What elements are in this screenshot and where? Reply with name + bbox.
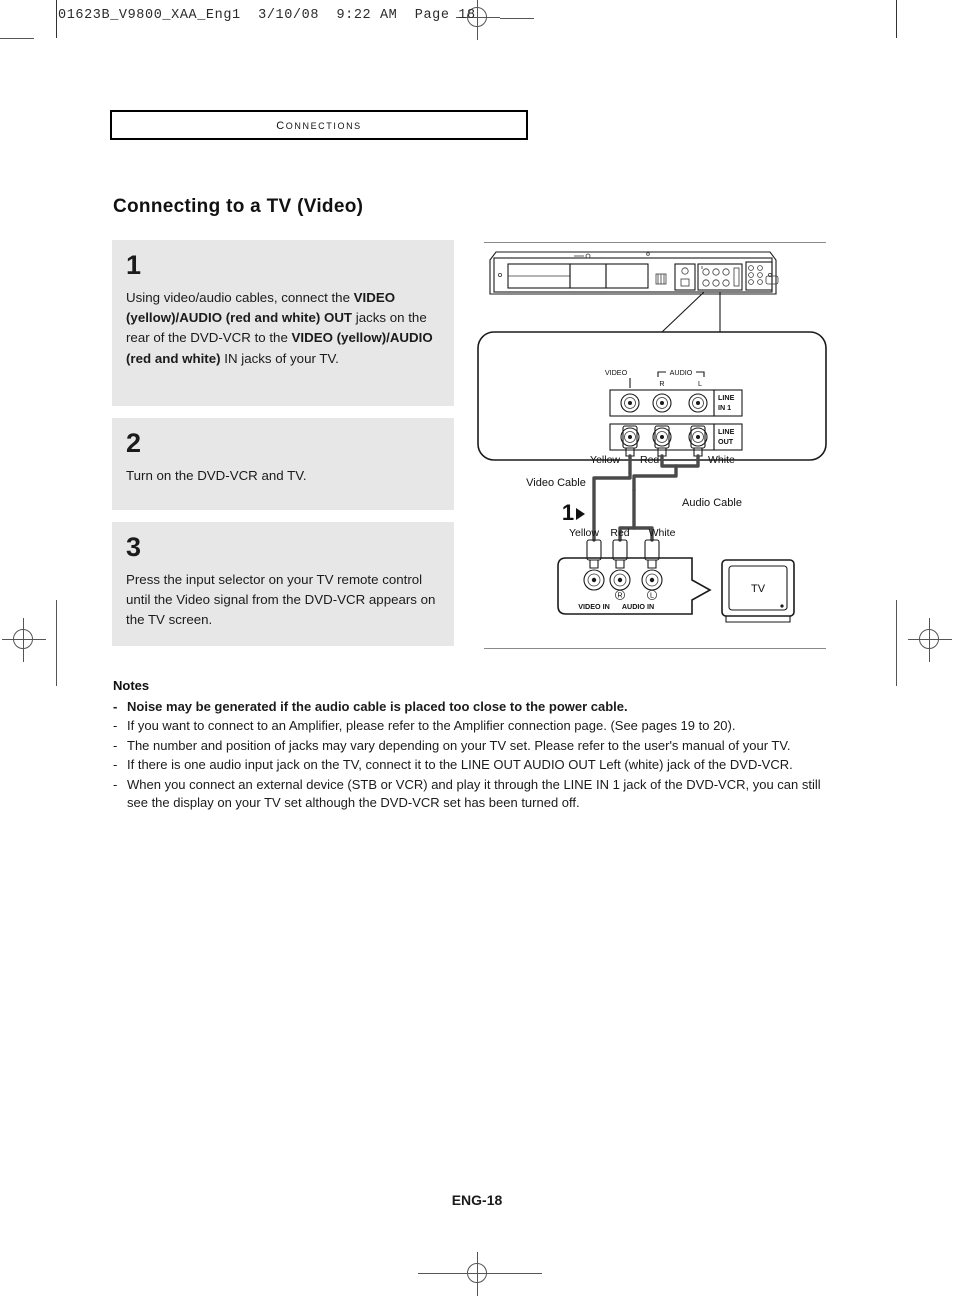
dvd-vcr-rear-panel <box>489 251 779 295</box>
cable-name-video: Video Cable <box>526 477 586 489</box>
svg-text:1: 1 <box>562 500 574 525</box>
tv-label-audio-r: R <box>617 591 622 600</box>
step-number-2: 2 <box>126 428 142 458</box>
line-out-jacks <box>620 427 708 447</box>
notes-list: - Noise may be generated if the audio cab… <box>113 698 835 813</box>
jack-label-line-in-2: IN 1 <box>718 403 731 412</box>
page-title: Connecting to a TV (Video) <box>113 196 364 217</box>
trim-line-right-top <box>896 0 897 38</box>
cable-label-yellow-top: Yellow <box>590 454 620 466</box>
note-text: If there is one audio input jack on the … <box>127 757 793 773</box>
cable-name-audio: Audio Cable <box>682 497 742 509</box>
tv-set-icon: TV <box>721 559 795 623</box>
jack-label-audio-r: R <box>659 379 664 388</box>
note-bullet: - <box>113 737 118 753</box>
note-item: - Noise may be generated if the audio cab… <box>113 698 835 716</box>
note-text: The number and position of jacks may var… <box>127 737 791 753</box>
diagram-rule-bottom <box>484 648 826 649</box>
step-number-3: 3 <box>126 532 142 562</box>
trim-line-top-left <box>0 38 34 39</box>
step-box-1: 1 Using video/audio cables, connect the … <box>112 240 454 406</box>
registration-mark-right <box>908 618 952 662</box>
step-marker-1: 1 <box>562 500 585 525</box>
jack-label-line-out-2: OUT <box>718 437 734 446</box>
plug-yellow-bottom <box>586 539 602 569</box>
cable-label-white-top: White <box>708 454 735 466</box>
chapter-title: Connections <box>276 116 362 133</box>
plug-white-top <box>690 425 706 457</box>
plug-white-bottom <box>644 539 660 569</box>
magnified-jack-panel: VIDEO AUDIO R L LINE IN 1 LINE OUT <box>477 331 827 461</box>
tv-label-audio-l: L <box>650 591 654 600</box>
jack-label-line-out-1: LINE <box>718 427 735 436</box>
cable-label-white-bottom: White <box>649 527 676 539</box>
chapter-header-box: Connections <box>110 110 528 140</box>
notes-section: Notes - Noise may be generated if the aud… <box>113 678 835 814</box>
tv-label-audio-in: AUDIO IN <box>622 602 654 611</box>
step-text-3: Press the input selector on your TV remo… <box>126 572 436 628</box>
registration-mark-bottom <box>456 1252 500 1296</box>
plug-red-top <box>654 425 670 457</box>
jack-label-video: VIDEO <box>605 368 628 377</box>
plug-yellow-top <box>622 425 638 457</box>
note-bullet: - <box>113 757 118 773</box>
tv-input-panel: R L VIDEO IN AUDIO IN <box>557 539 712 615</box>
step-box-3: 3 Press the input selector on your TV re… <box>112 522 454 646</box>
trim-line-top-right <box>500 18 534 19</box>
cable-label-yellow-bottom: Yellow <box>569 527 599 539</box>
note-bullet: - <box>113 699 118 714</box>
trim-line-left-top <box>56 0 57 38</box>
note-item: - The number and position of jacks may va… <box>113 737 835 755</box>
plug-red-bottom <box>612 539 628 569</box>
jack-label-audio: AUDIO <box>670 368 693 377</box>
note-bullet: - <box>113 776 118 792</box>
print-slug: 01623B_V9800_XAA_Eng1 3/10/08 9:22 AM Pa… <box>58 8 476 23</box>
manual-page: 01623B_V9800_XAA_Eng1 3/10/08 9:22 AM Pa… <box>0 0 954 1304</box>
note-text: If you want to connect to an Amplifier, … <box>127 718 736 734</box>
diagram-svg: .ln { stroke:#1a1a1a; stroke-width:1.1; … <box>477 251 827 623</box>
connection-diagram: .ln { stroke:#1a1a1a; stroke-width:1.1; … <box>470 228 840 649</box>
trim-line-left-mid <box>56 600 57 686</box>
step-number-1: 1 <box>126 250 142 280</box>
note-bullet: - <box>113 718 118 734</box>
registration-mark-left <box>2 618 46 662</box>
cable-label-red-bottom: Red <box>610 527 629 539</box>
step-text-1: Using video/audio cables, connect the VI… <box>126 290 433 366</box>
step-box-2: 2 Turn on the DVD-VCR and TV. <box>112 418 454 510</box>
page-footer: ENG-18 <box>451 1192 503 1208</box>
tv-label-video-in: VIDEO IN <box>578 602 610 611</box>
tv-screen-label: TV <box>751 583 766 595</box>
step-text-2: Turn on the DVD-VCR and TV. <box>126 468 307 483</box>
jack-label-line-in-1: LINE <box>718 393 735 402</box>
note-item: - If you want to connect to an Amplifier,… <box>113 717 835 735</box>
callout-lines <box>661 291 721 333</box>
note-text: Noise may be generated if the audio cabl… <box>127 699 628 714</box>
notes-title: Notes <box>113 678 150 693</box>
trim-line-bottom-right <box>500 1273 542 1274</box>
line-in-jacks <box>620 393 708 413</box>
note-item: - If there is one audio input jack on the… <box>113 756 835 774</box>
jack-label-audio-l: L <box>698 379 702 388</box>
note-text: When you connect an external device (STB… <box>127 776 821 811</box>
trim-line-bottom-left <box>418 1273 460 1274</box>
trim-line-right-mid <box>896 600 897 686</box>
cable-label-red-top: Red <box>640 454 659 466</box>
note-item: - When you connect an external device (ST… <box>113 776 835 813</box>
plugs-into-line-out <box>622 425 706 457</box>
